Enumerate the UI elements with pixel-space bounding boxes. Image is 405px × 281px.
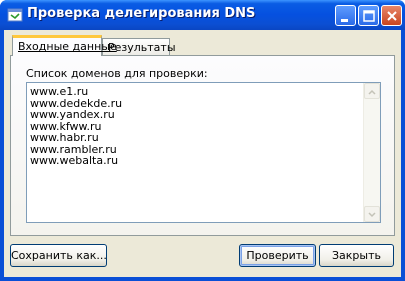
tab-input-data[interactable]: Входные данные [12, 35, 117, 56]
maximize-icon [363, 10, 375, 22]
scroll-down-button[interactable] [364, 206, 380, 222]
window-title: Проверка делегирования DNS [27, 6, 256, 21]
vertical-scrollbar[interactable] [363, 83, 380, 222]
minimize-button[interactable] [335, 5, 356, 26]
app-icon [7, 8, 23, 22]
list-item: www.habr.ru [30, 131, 99, 144]
tab-input-data-label: Входные данные [18, 40, 117, 53]
domain-list-textbox[interactable]: www.e1.ru www.dedekde.ru www.yandex.ru w… [26, 82, 381, 223]
close-icon [387, 11, 397, 21]
list-item: www.webalta.ru [30, 154, 119, 167]
client-area: Входные данные Результаты Список доменов… [4, 30, 401, 277]
app-window: Проверка делегирования DNS Входные данны… [0, 0, 405, 281]
close-window-button[interactable] [381, 5, 402, 26]
maximize-button[interactable] [358, 5, 379, 26]
close-button[interactable]: Закрыть [319, 244, 394, 267]
save-as-button[interactable]: Сохранить как... [10, 244, 107, 267]
minimize-icon [341, 19, 348, 22]
domain-list-items: www.e1.ru www.dedekde.ru www.yandex.ru w… [30, 86, 122, 167]
domain-list-label: Список доменов для проверки: [26, 67, 208, 80]
title-bar[interactable]: Проверка делегирования DNS [0, 0, 405, 30]
list-item: www.e1.ru [30, 85, 89, 98]
tab-results-label: Результаты [108, 41, 176, 54]
scroll-up-button[interactable] [364, 83, 380, 99]
scroll-down-icon [368, 212, 376, 218]
check-button[interactable]: Проверить [239, 244, 316, 267]
list-item: www.yandex.ru [30, 108, 115, 121]
scroll-up-icon [368, 89, 376, 95]
tab-panel-input: Список доменов для проверки: www.e1.ru w… [10, 55, 395, 236]
